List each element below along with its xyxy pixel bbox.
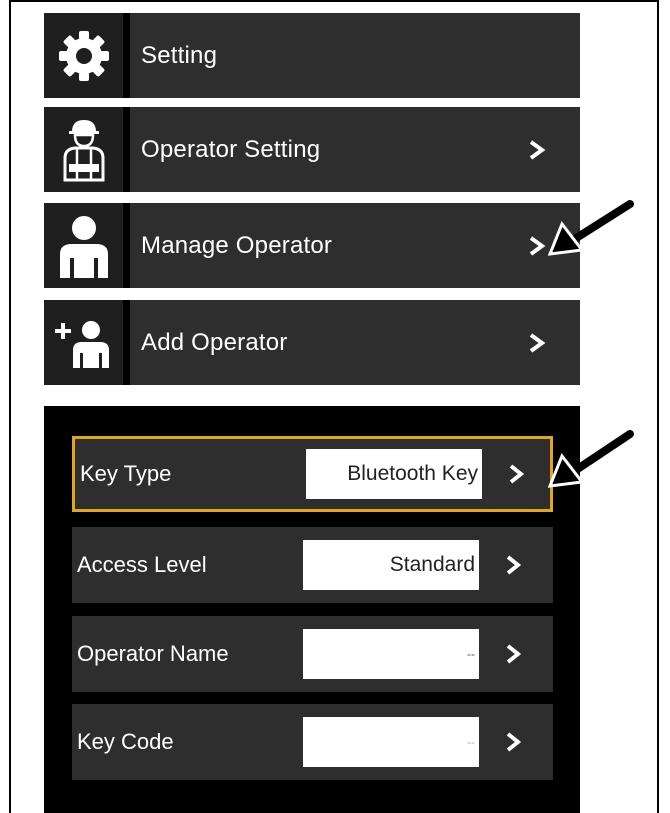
callout-arrow-icon xyxy=(548,430,634,488)
menu-item-setting[interactable]: Setting xyxy=(44,13,580,98)
chevron-right-icon xyxy=(506,644,521,664)
field-access-level[interactable]: Access Level Standard xyxy=(72,527,553,603)
menu-separator xyxy=(123,107,130,192)
operator-details-panel: Key Type Bluetooth Key Access Level Stan… xyxy=(44,406,580,813)
chevron-right-icon xyxy=(509,464,524,484)
chevron-right-icon xyxy=(506,555,521,575)
menu-separator xyxy=(123,203,130,288)
field-label: Key Code xyxy=(77,729,174,754)
chevron-right-icon xyxy=(529,139,546,160)
field-label: Operator Name xyxy=(77,641,229,666)
field-key-type[interactable]: Key Type Bluetooth Key xyxy=(72,436,553,512)
menu-label: Manage Operator xyxy=(141,231,333,259)
chevron-right-icon xyxy=(506,732,521,752)
gear-icon xyxy=(44,13,123,98)
menu-item-manage-operator[interactable]: Manage Operator xyxy=(44,203,580,288)
field-operator-name[interactable]: Operator Name -- xyxy=(72,616,553,692)
add-person-icon xyxy=(44,300,123,385)
callout-arrow-icon xyxy=(548,200,634,256)
menu-label: Operator Setting xyxy=(141,135,321,163)
field-label: Access Level xyxy=(77,552,207,577)
chevron-right-icon xyxy=(529,235,546,256)
field-value: Bluetooth Key xyxy=(306,449,482,499)
menu-separator xyxy=(123,300,130,385)
menu-separator xyxy=(123,13,130,98)
chevron-right-icon xyxy=(529,332,546,353)
person-icon xyxy=(44,203,123,288)
field-value: Standard xyxy=(303,540,479,590)
menu-label: Add Operator xyxy=(141,328,288,356)
field-label: Key Type xyxy=(80,461,172,486)
field-value: -- xyxy=(303,629,479,679)
menu-item-add-operator[interactable]: Add Operator xyxy=(44,300,580,385)
menu-item-operator-setting[interactable]: Operator Setting xyxy=(44,107,580,192)
menu-label: Setting xyxy=(141,41,218,69)
field-value: -- xyxy=(303,717,479,767)
operator-worker-icon xyxy=(44,107,123,192)
field-key-code[interactable]: Key Code -- xyxy=(72,704,553,780)
